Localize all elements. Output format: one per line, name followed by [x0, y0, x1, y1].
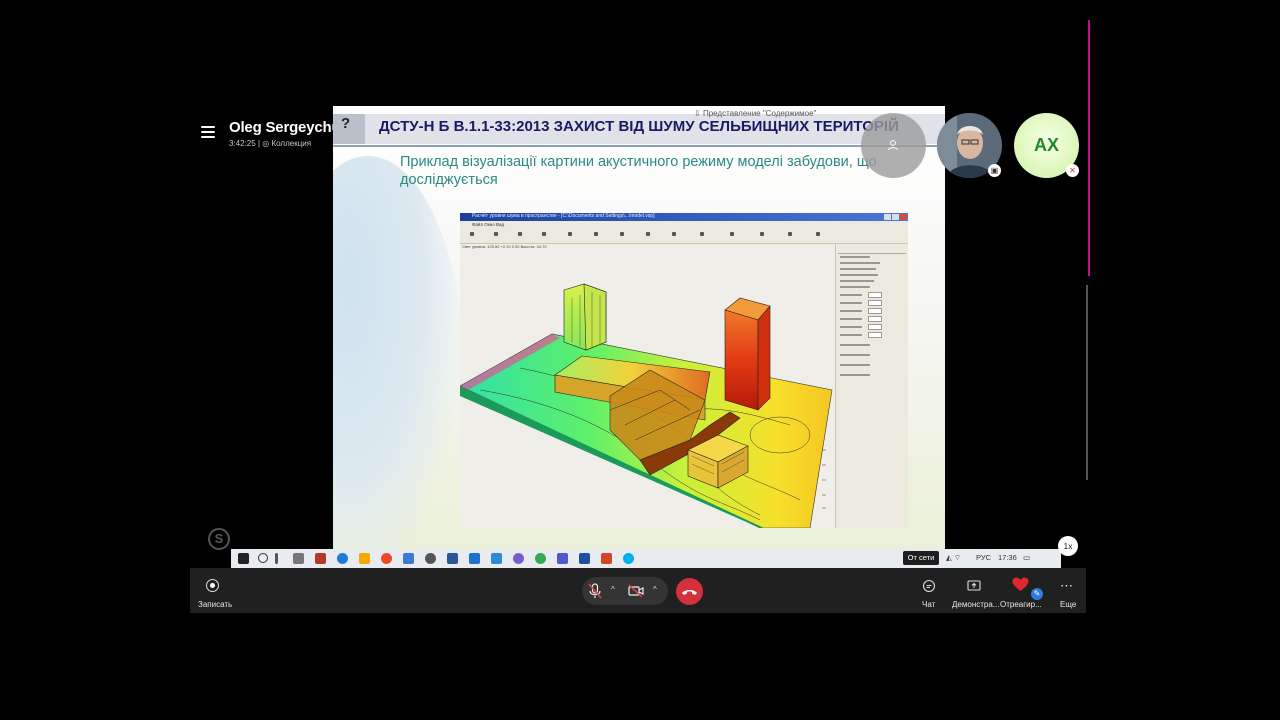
react-label: Отреагир... — [1000, 600, 1042, 609]
taskbar-app-icon — [491, 553, 502, 564]
viber-icon — [513, 553, 524, 564]
share-label: Демонстра... — [952, 600, 1000, 609]
call-timer: 3:42:25 — [229, 139, 256, 148]
record-label: Записать — [198, 600, 233, 609]
windows-start-icon — [238, 553, 249, 564]
person-icon — [888, 140, 898, 151]
language-indicator: РУС — [976, 553, 992, 562]
camera-options-chevron-icon[interactable]: ^ — [653, 585, 657, 594]
slide-title: ДСТУ-Н Б В.1.1-33:2013 ЗАХИСТ ВІД ШУМУ С… — [379, 118, 899, 135]
presentation-mode-label: ⇩ Представление "Содержимое" — [694, 109, 817, 118]
chat-label: Чат — [922, 600, 936, 609]
hang-up-icon — [682, 590, 697, 595]
caller-name: Oleg Sergeychuk — [229, 119, 349, 136]
help-icon: ? — [341, 115, 351, 132]
taskbar-app-icon — [293, 553, 304, 564]
app-settings-panel — [835, 244, 908, 528]
taskbar-app-icon — [469, 553, 480, 564]
edge-icon — [337, 553, 348, 564]
word-icon — [447, 553, 458, 564]
edit-badge-icon: ✎ — [1031, 588, 1043, 600]
acoustic-model-screenshot: Расчёт уровня шума в пространстве - [C:\… — [460, 213, 908, 528]
collection-icon: ◎ — [262, 139, 270, 148]
skype-taskbar-icon — [623, 553, 634, 564]
system-clock: 17:36 — [998, 553, 1017, 562]
meta-separator: | — [257, 139, 261, 148]
title-divider — [333, 145, 945, 147]
taskbar-app-icon — [535, 553, 546, 564]
search-icon — [258, 553, 268, 563]
more-options-icon[interactable]: ⋯ — [1060, 578, 1074, 594]
chat-icon[interactable] — [922, 579, 936, 593]
presentation-icon: ⇩ — [694, 109, 703, 118]
app-window-title: Расчёт уровня шума в пространстве - [C:\… — [472, 213, 655, 219]
app-menubar: Файл Окно Вид — [460, 221, 908, 229]
powerpoint-icon — [601, 553, 612, 564]
taskbar-app-icon — [315, 553, 326, 564]
call-meta: 3:42:25 | ◎ Коллекция — [229, 139, 311, 148]
slide-subtitle: Приклад візуалізації картини акустичного… — [400, 154, 877, 188]
shared-screen: ? ДСТУ-Н Б В.1.1-33:2013 ЗАХИСТ ВІД ШУМУ… — [333, 106, 945, 568]
mic-options-chevron-icon[interactable]: ^ — [611, 585, 615, 594]
more-label: Еще — [1060, 600, 1077, 609]
task-view-icon — [275, 553, 278, 564]
heart-react-icon[interactable] — [1012, 577, 1029, 592]
notification-icon: ▭ — [1023, 553, 1031, 562]
video-badge-icon: ▣ — [988, 164, 1001, 177]
record-icon — [209, 582, 215, 588]
taskbar-app-icon — [579, 553, 590, 564]
menu-icon[interactable] — [201, 126, 215, 138]
scrollbar[interactable] — [1086, 285, 1088, 480]
offline-tooltip: От сети — [903, 551, 939, 565]
tray-icons: ◭ ⌔ — [946, 553, 961, 562]
teams-icon — [557, 553, 568, 564]
app-toolbar — [460, 229, 908, 244]
chrome-icon — [381, 553, 392, 564]
taskbar-app-icon — [403, 553, 414, 564]
mic-muted-icon: ✕ — [1066, 164, 1079, 177]
taskbar-app-icon — [425, 553, 436, 564]
end-call-button[interactable] — [676, 578, 703, 605]
skype-logo-icon: S — [208, 528, 230, 550]
acoustic-3d-visualization — [460, 250, 835, 528]
app-status: Свет уровня: 125.50 +2.19 2.00 Высота: 4… — [462, 244, 547, 249]
record-button[interactable] — [206, 579, 219, 592]
speaking-indicator — [1088, 20, 1090, 276]
taskbar-app-icon — [359, 553, 370, 564]
mic-off-icon[interactable] — [588, 583, 602, 599]
screen-share-icon[interactable] — [967, 579, 981, 593]
collection-label: Коллекция — [271, 139, 312, 148]
playback-speed[interactable]: 1x — [1058, 536, 1078, 556]
camera-off-icon[interactable] — [628, 584, 644, 598]
app-window-buttons — [884, 214, 907, 220]
